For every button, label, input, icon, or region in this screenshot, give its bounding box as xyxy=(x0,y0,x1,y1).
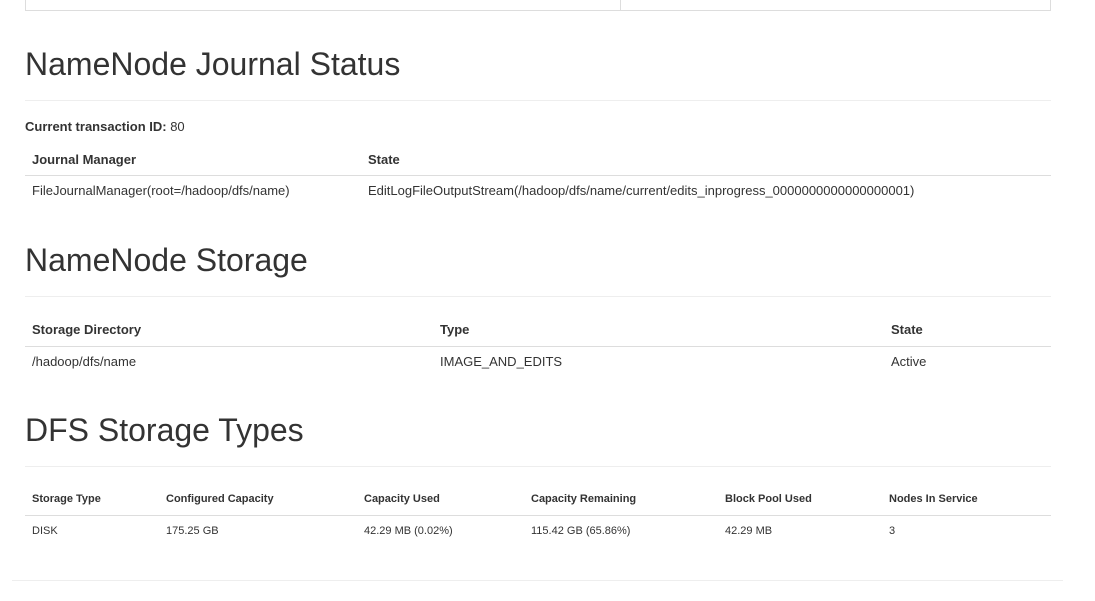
storage-types-table: Storage Type Configured Capacity Capacit… xyxy=(25,483,1051,545)
configured-capacity-cell: 175.25 GB xyxy=(166,524,219,537)
col-capacity-remaining: Capacity Remaining xyxy=(524,483,718,516)
storage-type-cell: IMAGE_AND_EDITS xyxy=(440,354,563,369)
storage-directory-cell: /hadoop/dfs/name xyxy=(32,354,137,369)
col-state: State xyxy=(361,144,1051,176)
journal-state-cell: EditLogFileOutputStream(/hadoop/dfs/name… xyxy=(368,183,915,198)
col-nodes-in-service: Nodes In Service xyxy=(882,483,1051,516)
table-header-row: Storage Type Configured Capacity Capacit… xyxy=(25,483,1051,516)
dfs-storage-types-heading: DFS Storage Types xyxy=(25,412,304,448)
journal-table: Journal Manager State FileJournalManager… xyxy=(25,144,1051,205)
txid-value: 80 xyxy=(170,119,185,134)
capacity-used-cell: 42.29 MB (0.02%) xyxy=(364,524,453,537)
col-storage-type: Storage Type xyxy=(25,483,159,516)
current-transaction-id: Current transaction ID: 80 xyxy=(25,119,185,134)
txid-label: Current transaction ID: xyxy=(25,119,167,134)
journal-manager-cell: FileJournalManager(root=/hadoop/dfs/name… xyxy=(32,183,290,198)
table-row: /hadoop/dfs/name IMAGE_AND_EDITS Active xyxy=(25,347,1051,377)
namenode-storage-rule xyxy=(25,296,1051,297)
page-bottom-rule xyxy=(12,580,1063,581)
storage-table: Storage Directory Type State /hadoop/dfs… xyxy=(25,312,1051,376)
journal-status-heading: NameNode Journal Status xyxy=(25,46,401,82)
col-block-pool-used: Block Pool Used xyxy=(718,483,882,516)
col-journal-manager: Journal Manager xyxy=(25,144,361,176)
col-state: State xyxy=(884,312,1051,347)
previous-table xyxy=(25,0,1051,11)
table-header-row: Storage Directory Type State xyxy=(25,312,1051,347)
capacity-remaining-cell: 115.42 GB (65.86%) xyxy=(531,524,631,537)
col-storage-directory: Storage Directory xyxy=(25,312,433,347)
block-pool-used-cell: 42.29 MB xyxy=(725,524,773,537)
col-type: Type xyxy=(433,312,884,347)
col-configured-capacity: Configured Capacity xyxy=(159,483,357,516)
journal-status-rule xyxy=(25,100,1051,101)
storage-type-cell: DISK xyxy=(32,524,58,537)
storage-state-cell: Active xyxy=(891,354,927,369)
dfs-storage-types-rule xyxy=(25,466,1051,467)
namenode-storage-heading: NameNode Storage xyxy=(25,242,308,278)
table-header-row: Journal Manager State xyxy=(25,144,1051,176)
col-capacity-used: Capacity Used xyxy=(357,483,524,516)
table-row: FileJournalManager(root=/hadoop/dfs/name… xyxy=(25,176,1051,206)
nodes-in-service-cell: 3 xyxy=(889,524,896,537)
table-row: DISK 175.25 GB 42.29 MB (0.02%) 115.42 G… xyxy=(25,516,1051,546)
table-cell-divider xyxy=(620,0,621,10)
